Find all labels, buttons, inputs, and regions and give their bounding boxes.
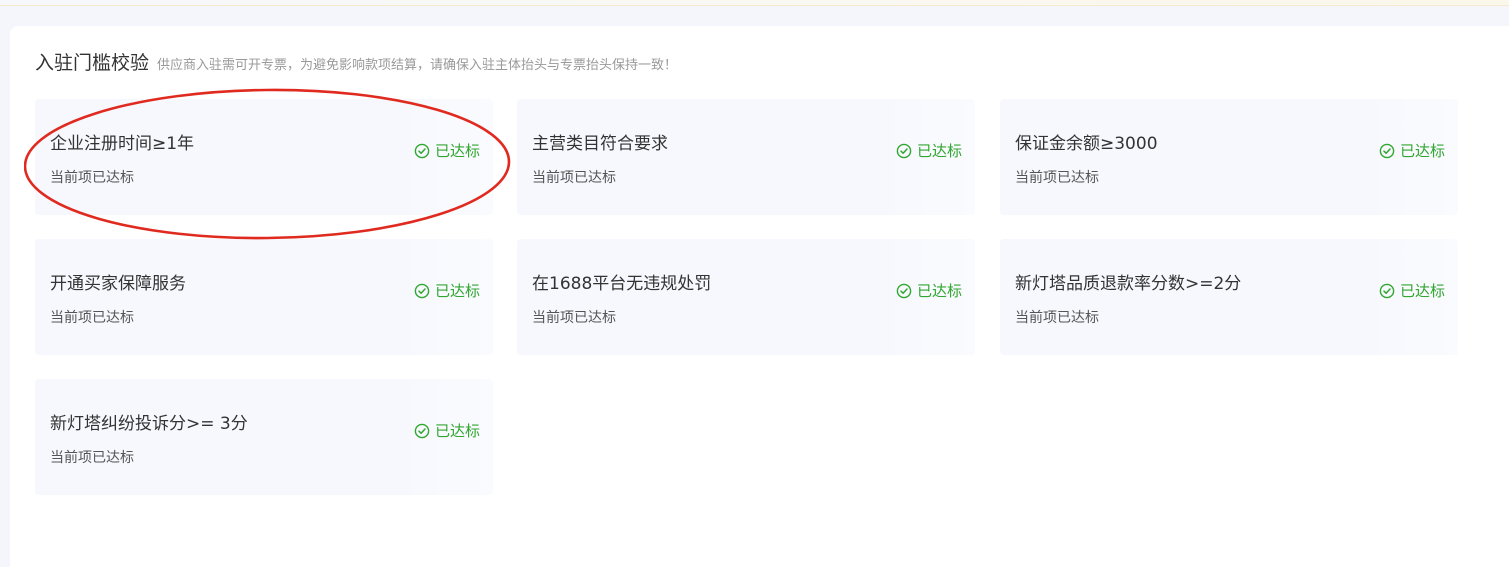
check-circle-icon	[896, 283, 912, 298]
card-title: 在1688平台无违规处罚	[532, 274, 712, 294]
card-title: 企业注册时间≥1年	[50, 134, 195, 154]
card-title: 主营类目符合要求	[532, 134, 668, 154]
check-circle-icon	[896, 143, 912, 158]
card-subtitle: 当前项已达标	[532, 170, 616, 186]
status-badge: 已达标	[414, 420, 480, 441]
status-badge: 已达标	[1379, 280, 1445, 301]
status-label: 已达标	[916, 142, 962, 160]
status-label: 已达标	[1399, 282, 1445, 300]
card-title: 开通买家保障服务	[50, 274, 186, 294]
status-badge: 已达标	[896, 140, 962, 161]
status-label: 已达标	[1399, 142, 1445, 160]
check-circle-icon	[414, 283, 430, 298]
card-subtitle: 当前项已达标	[50, 310, 134, 326]
check-circle-icon	[1379, 143, 1395, 158]
top-banner-strip	[0, 0, 1509, 6]
status-badge: 已达标	[414, 280, 480, 301]
card-subtitle: 当前项已达标	[1015, 310, 1099, 326]
status-label: 已达标	[434, 422, 480, 440]
section-title: 入驻门槛校验	[35, 52, 150, 74]
check-circle-icon	[414, 143, 430, 158]
status-label: 已达标	[434, 282, 480, 300]
card-title: 新灯塔纠纷投诉分>= 3分	[50, 414, 248, 434]
check-circle-icon	[1379, 283, 1395, 298]
status-badge: 已达标	[896, 280, 962, 301]
status-label: 已达标	[916, 282, 962, 300]
threshold-card-deposit-balance: 保证金余额≥3000 当前项已达标 已达标	[1000, 99, 1458, 215]
threshold-card-buyer-protection: 开通买家保障服务 当前项已达标 已达标	[35, 239, 493, 355]
section-header: 入驻门槛校验 供应商入驻需可开专票，为避免影响款项结算，请确保入驻主体抬头与专票…	[35, 48, 677, 75]
card-title: 保证金余额≥3000	[1015, 134, 1158, 154]
threshold-card-main-category: 主营类目符合要求 当前项已达标 已达标	[517, 99, 975, 215]
status-label: 已达标	[434, 142, 480, 160]
threshold-card-refund-rate: 新灯塔品质退款率分数>=2分 当前项已达标 已达标	[1000, 239, 1458, 355]
threshold-card-no-violations: 在1688平台无违规处罚 当前项已达标 已达标	[517, 239, 975, 355]
card-subtitle: 当前项已达标	[1015, 170, 1099, 186]
status-badge: 已达标	[1379, 140, 1445, 161]
card-title: 新灯塔品质退款率分数>=2分	[1015, 274, 1242, 294]
threshold-card-dispute-score: 新灯塔纠纷投诉分>= 3分 当前项已达标 已达标	[35, 379, 493, 495]
check-circle-icon	[414, 423, 430, 438]
threshold-card-registration-time: 企业注册时间≥1年 当前项已达标 已达标	[35, 99, 493, 215]
card-subtitle: 当前项已达标	[532, 310, 616, 326]
section-note: 供应商入驻需可开专票，为避免影响款项结算，请确保入驻主体抬头与专票抬头保持一致！	[157, 58, 678, 73]
card-subtitle: 当前项已达标	[50, 170, 134, 186]
card-subtitle: 当前项已达标	[50, 450, 134, 466]
status-badge: 已达标	[414, 140, 480, 161]
